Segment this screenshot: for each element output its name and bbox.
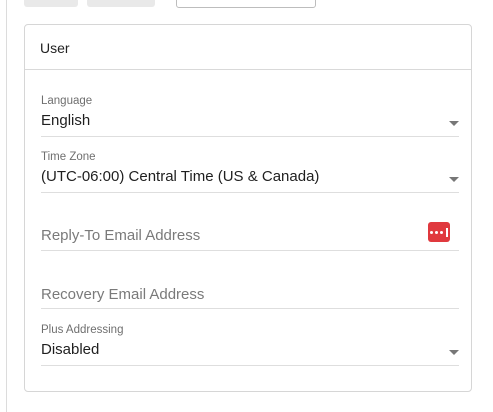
user-settings-card: User Language English Time Zone (UTC-06:… — [24, 24, 472, 392]
time-zone-value: (UTC-06:00) Central Time (US & Canada) — [41, 168, 320, 185]
page: User Language English Time Zone (UTC-06:… — [0, 0, 493, 412]
card-header: User — [25, 25, 471, 70]
language-value: English — [41, 112, 91, 129]
recovery-email-placeholder: Recovery Email Address — [41, 286, 205, 303]
language-label: Language — [41, 95, 93, 107]
toolbar-input[interactable] — [176, 0, 316, 8]
plus-addressing-select[interactable]: Plus Addressing Disabled — [41, 323, 459, 366]
chevron-down-icon[interactable] — [449, 121, 459, 126]
chevron-down-icon[interactable] — [449, 177, 459, 182]
plus-addressing-label: Plus Addressing — [41, 324, 124, 336]
time-zone-label: Time Zone — [41, 151, 96, 163]
language-select[interactable]: Language English — [41, 94, 459, 137]
toolbar-button-2[interactable] — [87, 0, 155, 7]
chevron-down-icon[interactable] — [449, 350, 459, 355]
recovery-email-field[interactable]: Recovery Email Address — [41, 273, 459, 309]
plus-addressing-value: Disabled — [41, 341, 100, 358]
password-manager-icon[interactable] — [428, 222, 450, 242]
panel-divider — [6, 0, 7, 412]
toolbar-button-1[interactable] — [24, 0, 78, 7]
card-title: User — [40, 40, 70, 56]
time-zone-select[interactable]: Time Zone (UTC-06:00) Central Time (US &… — [41, 150, 459, 193]
reply-to-email-field[interactable]: Reply-To Email Address — [41, 214, 459, 251]
reply-to-email-placeholder: Reply-To Email Address — [41, 227, 201, 244]
